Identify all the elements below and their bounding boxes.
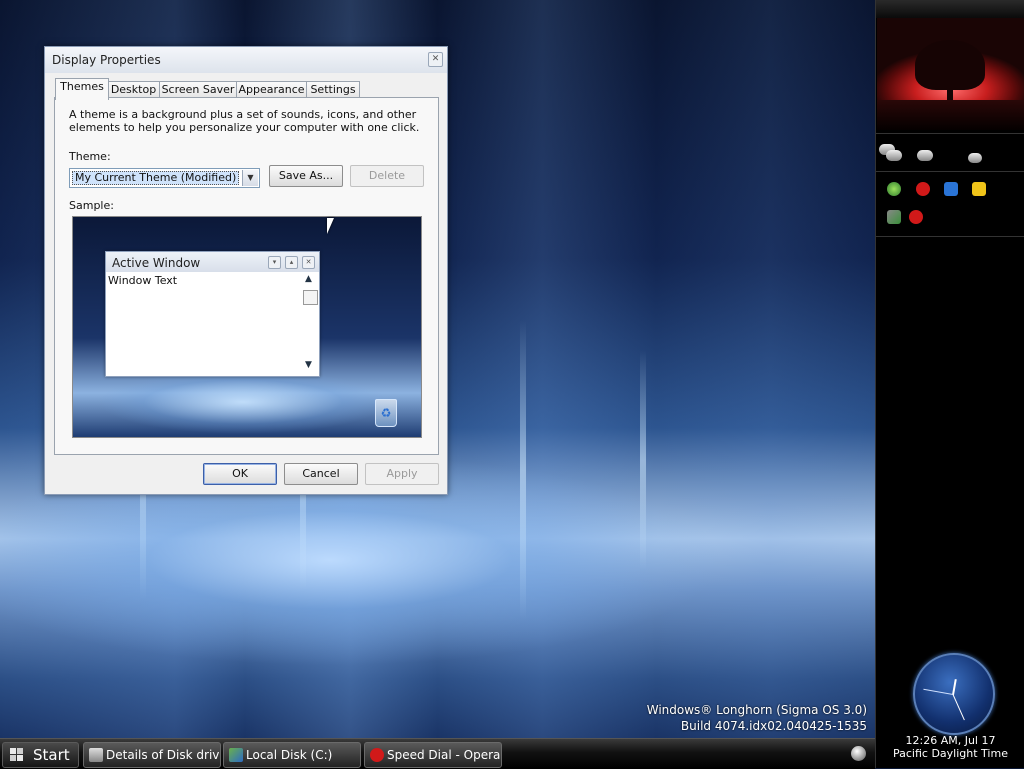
display-properties-dialog: Display Properties ✕ Themes Desktop Scre… <box>44 46 448 495</box>
drive-icon <box>229 748 243 762</box>
chevron-down-icon[interactable]: ▼ <box>242 170 258 186</box>
sample-active-window: Active Window ▾ ▴ ✕ Window Text ▲ ▼ <box>105 251 320 377</box>
chat-bubble-icon[interactable] <box>968 153 982 163</box>
scroll-down-icon: ▼ <box>305 360 312 370</box>
sidebar-divider <box>876 171 1024 172</box>
back-arrow-icon <box>89 748 103 762</box>
clock-time: 12:26 AM, Jul 17 <box>905 734 996 747</box>
start-button[interactable]: Start <box>2 742 79 768</box>
hour-hand <box>952 679 957 696</box>
sidebar-divider <box>876 133 1024 134</box>
theme-sample-preview: Active Window ▾ ▴ ✕ Window Text ▲ ▼ ♻ <box>72 216 422 438</box>
analog-clock-icon <box>913 653 995 735</box>
folder-icon[interactable] <box>972 182 986 196</box>
opera-icon[interactable] <box>909 210 923 224</box>
mouse-pointer-icon <box>327 218 334 234</box>
apply-button[interactable]: Apply <box>365 463 439 485</box>
photo-ground <box>877 100 1024 130</box>
globe-icon[interactable] <box>887 182 901 196</box>
checkmark-icon[interactable] <box>887 210 901 224</box>
tab-themes[interactable]: Themes <box>55 78 109 100</box>
start-label: Start <box>33 746 70 764</box>
sidebar-divider <box>876 236 1024 237</box>
sample-window-title: Active Window <box>112 256 201 270</box>
sample-scrollbar: ▲ ▼ <box>303 274 318 372</box>
dialog-title-bar[interactable]: Display Properties ✕ <box>45 47 447 73</box>
light-streak <box>520 320 526 620</box>
taskbar-item-speed-dial-opera[interactable]: Speed Dial - Opera <box>364 742 502 768</box>
theme-description: A theme is a background plus a set of so… <box>69 108 420 134</box>
watermark-line-1: Windows® Longhorn (Sigma OS 3.0) <box>646 703 867 717</box>
tray-orb-icon[interactable] <box>851 746 866 761</box>
minute-hand <box>952 694 965 721</box>
theme-select-value: My Current Theme (Modified) <box>72 171 240 185</box>
sidebar-launcher-row <box>876 180 1024 206</box>
scroll-up-icon: ▲ <box>305 274 312 284</box>
sidebar-launcher-row-2 <box>876 207 1024 233</box>
sidebar: 12:26 AM, Jul 17 Pacific Daylight Time <box>875 0 1024 768</box>
delete-button[interactable]: Delete <box>350 165 424 187</box>
taskbar-item-label: Details of Disk drive <box>106 748 221 762</box>
sample-window-title-bar: Active Window ▾ ▴ ✕ <box>106 252 319 272</box>
sample-window-text: Window Text <box>108 274 178 287</box>
watermark-line-2: Build 4074.idx02.040425-1535 <box>680 719 867 733</box>
tree-trunk <box>947 78 953 100</box>
theme-label: Theme: <box>69 150 111 163</box>
taskbar-item-details-disk-drive[interactable]: Details of Disk drive <box>83 742 221 768</box>
sample-label: Sample: <box>69 199 114 212</box>
monitor-icon[interactable] <box>944 182 958 196</box>
chat-bubble-icon[interactable] <box>886 150 902 161</box>
clock-zone: Pacific Daylight Time <box>893 747 1008 760</box>
clock-readout: 12:26 AM, Jul 17 Pacific Daylight Time <box>876 734 1024 760</box>
opera-icon[interactable] <box>916 182 930 196</box>
scroll-thumb <box>303 290 318 305</box>
ok-button[interactable]: OK <box>203 463 277 485</box>
taskbar-item-label: Speed Dial - Opera <box>387 748 501 762</box>
cancel-button[interactable]: Cancel <box>284 463 358 485</box>
recycle-bin-icon: ♻ <box>375 399 397 427</box>
minimize-icon: ▾ <box>268 256 281 269</box>
os-watermark: Windows® Longhorn (Sigma OS 3.0) Build 4… <box>647 702 867 734</box>
save-as-button[interactable]: Save As... <box>269 165 343 187</box>
windows-flag-icon <box>10 748 23 761</box>
themes-panel: A theme is a background plus a set of so… <box>54 97 439 455</box>
desktop: Windows® Longhorn (Sigma OS 3.0) Build 4… <box>0 0 875 738</box>
sidebar-header <box>876 0 1024 18</box>
taskbar-item-local-disk[interactable]: Local Disk (C:) <box>223 742 361 768</box>
opera-icon <box>370 748 384 762</box>
sidebar-chat-row <box>876 142 1024 168</box>
taskbar-item-label: Local Disk (C:) <box>246 748 333 762</box>
maximize-icon: ▴ <box>285 256 298 269</box>
close-icon[interactable]: ✕ <box>428 52 443 67</box>
second-hand <box>923 688 954 695</box>
close-icon: ✕ <box>302 256 315 269</box>
chat-bubble-icon[interactable] <box>917 150 933 161</box>
taskbar: Start Details of Disk drive Local Disk (… <box>0 738 875 769</box>
theme-select[interactable]: My Current Theme (Modified) ▼ <box>69 168 260 188</box>
dialog-title: Display Properties <box>52 53 161 67</box>
clock-tile[interactable]: 12:26 AM, Jul 17 Pacific Daylight Time <box>876 650 1024 768</box>
light-streak <box>640 350 646 570</box>
slideshow-tile[interactable] <box>877 18 1024 130</box>
